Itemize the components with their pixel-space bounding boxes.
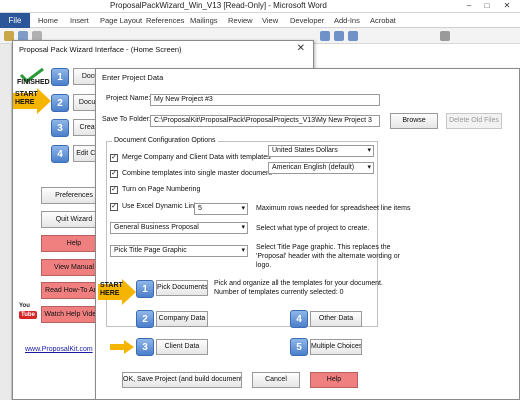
- delete-old-files-button[interactable]: Delete Old Files: [446, 113, 502, 129]
- step-1-icon[interactable]: 1: [51, 68, 69, 86]
- enter-project-data-dialog: Enter Project Data Project Name: My New …: [95, 68, 520, 400]
- other-data-icon[interactable]: 4: [290, 310, 308, 328]
- configuration-group-title: Document Configuration Options: [112, 137, 218, 144]
- wizard-title: Proposal Pack Wizard Interface - (Home S…: [19, 45, 182, 54]
- start-here-badge: START HERE: [100, 282, 123, 297]
- tab-acrobat[interactable]: Acrobat: [370, 16, 396, 25]
- project-type-hint: Select what type of project to create.: [256, 225, 370, 232]
- client-data-button[interactable]: Client Data: [156, 339, 208, 355]
- proposalkit-link[interactable]: www.ProposalKit.com: [25, 346, 93, 353]
- style-icon[interactable]: [320, 31, 330, 41]
- multiple-choices-button[interactable]: Multiple Choices: [310, 339, 362, 355]
- word-window-title: ProposalPackWizard_Win_V13 [Read-Only] -…: [110, 1, 327, 10]
- tab-view[interactable]: View: [262, 16, 278, 25]
- chevron-down-icon: ▾: [241, 247, 245, 254]
- combine-templates-checkbox[interactable]: ✓: [110, 170, 118, 178]
- excel-rows-hint: Maximum rows needed for spreadsheet line…: [256, 205, 411, 212]
- save-to-label: Save To Folder:: [102, 116, 151, 123]
- merge-data-checkbox[interactable]: ✓: [110, 154, 118, 162]
- language-value: American English (default): [272, 164, 355, 171]
- step-4-icon[interactable]: 4: [51, 145, 69, 163]
- project-name-label: Project Name:: [106, 95, 151, 102]
- ok-save-project-button[interactable]: OK, Save Project (and build documents): [122, 372, 242, 388]
- minimize-button[interactable]: –: [462, 0, 476, 12]
- style-icon[interactable]: [334, 31, 344, 41]
- close-word-button[interactable]: ✕: [500, 0, 514, 12]
- currency-select[interactable]: United States Dollars ▾: [268, 145, 374, 157]
- multiple-choices-icon[interactable]: 5: [290, 338, 308, 356]
- excel-rows-value: 5: [198, 205, 202, 212]
- project-type-value: General Business Proposal: [114, 224, 199, 231]
- cancel-button[interactable]: Cancel: [252, 372, 300, 388]
- pick-hint: Pick and organize all the templates for …: [214, 280, 383, 287]
- browse-button[interactable]: Browse: [390, 113, 438, 129]
- finished-badge: FINISHED: [17, 79, 50, 86]
- chevron-down-icon: ▾: [367, 164, 371, 171]
- company-data-icon[interactable]: 2: [136, 310, 154, 328]
- excel-links-label: Use Excel Dynamic Links: [122, 203, 201, 210]
- tab-page-layout[interactable]: Page Layout: [100, 16, 142, 25]
- tab-mailings[interactable]: Mailings: [190, 16, 218, 25]
- excel-links-checkbox[interactable]: ✓: [110, 203, 118, 211]
- language-select[interactable]: American English (default) ▾: [268, 162, 374, 174]
- tab-file[interactable]: File: [0, 13, 30, 28]
- chevron-down-icon: ▾: [241, 205, 245, 212]
- document-ruler: [0, 44, 12, 400]
- title-graphic-hint: Select Title Page graphic. This replaces…: [256, 244, 400, 269]
- style-icon[interactable]: [348, 31, 358, 41]
- find-icon[interactable]: [440, 31, 450, 41]
- project-type-select[interactable]: General Business Proposal ▾: [110, 222, 248, 234]
- excel-rows-select[interactable]: 5 ▾: [194, 203, 248, 215]
- title-graphic-value: Pick Title Page Graphic: [114, 247, 187, 254]
- tab-developer[interactable]: Developer: [290, 16, 324, 25]
- youtube-tube-text: Tube: [19, 311, 37, 319]
- title-graphic-select[interactable]: Pick Title Page Graphic ▾: [110, 245, 248, 257]
- chevron-down-icon: ▾: [241, 224, 245, 231]
- company-data-button[interactable]: Company Data: [156, 311, 208, 327]
- start-here-badge: START HERE: [15, 91, 38, 106]
- page-numbering-checkbox[interactable]: ✓: [110, 186, 118, 194]
- youtube-you-text: You: [19, 303, 30, 309]
- arrow-right-icon: [110, 340, 134, 354]
- merge-data-label: Merge Company and Client Data with templ…: [122, 154, 271, 161]
- tab-home[interactable]: Home: [38, 16, 58, 25]
- dialog-help-button[interactable]: Help: [310, 372, 358, 388]
- tab-review[interactable]: Review: [228, 16, 253, 25]
- combine-templates-label: Combine templates into single master doc…: [122, 170, 272, 177]
- ribbon-tabs: File Home Insert Page Layout References …: [0, 13, 520, 28]
- chevron-down-icon: ▾: [367, 147, 371, 154]
- maximize-button[interactable]: □: [480, 0, 494, 12]
- currency-value: United States Dollars: [272, 147, 338, 154]
- other-data-button[interactable]: Other Data: [310, 311, 362, 327]
- step-2-icon[interactable]: 2: [51, 94, 69, 112]
- pick-count: Number of templates currently selected: …: [214, 289, 344, 296]
- save-to-field[interactable]: C:\ProposalKit\ProposalPack\ProposalProj…: [150, 115, 380, 127]
- page-numbering-label: Turn on Page Numbering: [122, 186, 201, 193]
- project-name-field[interactable]: My New Project #3: [150, 94, 380, 106]
- tab-references[interactable]: References: [146, 16, 184, 25]
- tab-add-ins[interactable]: Add-Ins: [334, 16, 360, 25]
- tab-insert[interactable]: Insert: [70, 16, 89, 25]
- word-titlebar: ProposalPackWizard_Win_V13 [Read-Only] -…: [0, 0, 520, 13]
- pick-documents-icon[interactable]: 1: [136, 280, 154, 298]
- wizard-close-icon[interactable]: ✕: [297, 43, 305, 54]
- client-data-icon[interactable]: 3: [136, 338, 154, 356]
- pick-documents-button[interactable]: Pick Documents: [156, 280, 208, 296]
- youtube-logo[interactable]: You Tube: [19, 303, 37, 319]
- dialog-title: Enter Project Data: [102, 73, 164, 82]
- step-3-icon[interactable]: 3: [51, 119, 69, 137]
